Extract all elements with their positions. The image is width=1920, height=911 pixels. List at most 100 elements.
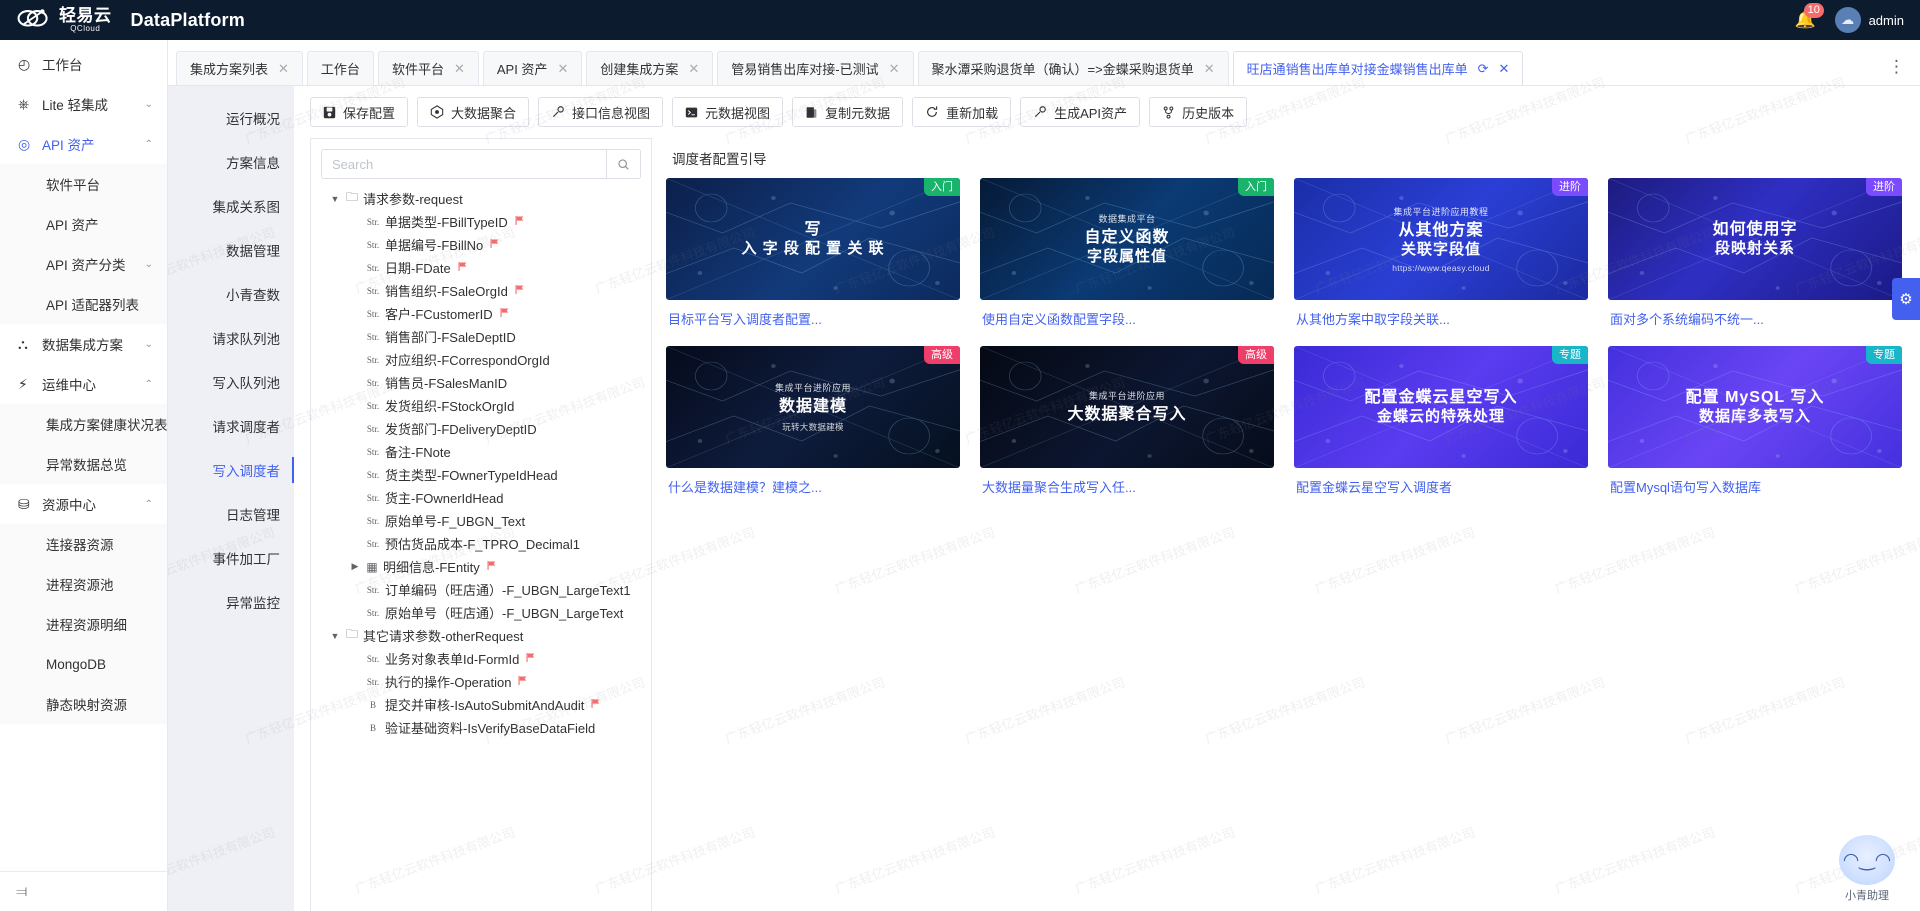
sidebar-item-abnormal-overview[interactable]: 异常数据总览 (0, 444, 167, 484)
guide-card-caption[interactable]: 配置Mysql语句写入数据库 (1608, 468, 1902, 496)
sidebar-item-mongodb[interactable]: MongoDB (0, 644, 167, 684)
metadata-view-button[interactable]: 元数据视图 (672, 97, 783, 127)
settings-rail-button[interactable]: ⚙ (1892, 278, 1920, 320)
save-config-button[interactable]: 保存配置 (310, 97, 408, 127)
close-icon[interactable]: ✕ (889, 62, 900, 75)
tree-node[interactable]: ·Str.单据类型-FBillTypeID (311, 210, 651, 233)
chevron-down-icon[interactable]: ▼ (327, 194, 343, 204)
sidebar-item-ops-center[interactable]: ⚡ 运维中心 ⌃ (0, 364, 167, 404)
submenu-item-run-overview[interactable]: 运行概况 (168, 96, 294, 140)
submenu-item-request-scheduler[interactable]: 请求调度者 (168, 404, 294, 448)
submenu-item-integration-graph[interactable]: 集成关系图 (168, 184, 294, 228)
sidebar-item-integration-plan[interactable]: ⛬ 数据集成方案 ⌄ (0, 324, 167, 364)
guide-card[interactable]: 专题配置 MySQL 写入数据库多表写入配置Mysql语句写入数据库 (1608, 346, 1902, 496)
submenu-item-data-management[interactable]: 数据管理 (168, 228, 294, 272)
tree-node[interactable]: ·Str.备注-FNote (311, 440, 651, 463)
guide-card-caption[interactable]: 目标平台写入调度者配置... (666, 300, 960, 328)
tree-node[interactable]: ·Str.货主-FOwnerIdHead (311, 486, 651, 509)
tree-node[interactable]: ·Str.发货部门-FDeliveryDeptID (311, 417, 651, 440)
sidebar-item-software-platform[interactable]: 软件平台 (0, 164, 167, 204)
tree-node[interactable]: ·Str.发货组织-FStockOrgId (311, 394, 651, 417)
close-icon[interactable]: ✕ (1499, 62, 1510, 75)
guide-card-caption[interactable]: 面对多个系统编码不统一... (1608, 300, 1902, 328)
guide-card[interactable]: 高级集成平台进阶应用数据建模玩转大数据建模什么是数据建模？建模之... (666, 346, 960, 496)
close-icon[interactable]: ✕ (278, 62, 289, 75)
guide-card-caption[interactable]: 什么是数据建模？建模之... (666, 468, 960, 496)
submenu-item-log-management[interactable]: 日志管理 (168, 492, 294, 536)
tree-node[interactable]: ▼🗀其它请求参数-otherRequest (311, 624, 651, 647)
sidebar-collapse-button[interactable]: ⫤ (0, 871, 167, 911)
tree-node[interactable]: ·Str.日期-FDate (311, 256, 651, 279)
tree-node[interactable]: ·Str.销售组织-FSaleOrgId (311, 279, 651, 302)
tab-more-button[interactable]: ⋮ (1888, 57, 1906, 77)
tree-node[interactable]: ·Str.货主类型-FOwnerTypeIdHead (311, 463, 651, 486)
sidebar-item-process-detail[interactable]: 进程资源明细 (0, 604, 167, 644)
search-button[interactable] (606, 150, 640, 178)
sidebar-item-lite[interactable]: ⎈ Lite 轻集成 ⌄ (0, 84, 167, 124)
close-icon[interactable]: ✕ (688, 62, 699, 75)
sidebar-item-health-table[interactable]: 集成方案健康状况表 (0, 404, 167, 444)
bigdata-aggregate-button[interactable]: 大数据聚合 (417, 97, 529, 127)
submenu-item-request-queue-pool[interactable]: 请求队列池 (168, 316, 294, 360)
reload-button[interactable]: 重新加载 (912, 97, 1011, 127)
submenu-item-write-queue-pool[interactable]: 写入队列池 (168, 360, 294, 404)
brand[interactable]: 轻易云 QCloud DataPlatform (16, 5, 245, 35)
tree-node[interactable]: ·Str.订单编码（旺店通）-F_UBGN_LargeText1 (311, 578, 651, 601)
guide-card-caption[interactable]: 配置金蝶云星空写入调度者 (1294, 468, 1588, 496)
tab-software-platform[interactable]: 软件平台 ✕ (378, 51, 479, 85)
tree-node[interactable]: ·Str.原始单号-F_UBGN_Text (311, 509, 651, 532)
guide-card[interactable]: 进阶集成平台进阶应用教程从其他方案关联字段值https://www.qeasy.… (1294, 178, 1588, 328)
sidebar-item-static-mapping[interactable]: 静态映射资源 (0, 684, 167, 724)
tree-node[interactable]: ·B提交并审核-IsAutoSubmitAndAudit (311, 693, 651, 716)
sidebar-item-api-category[interactable]: API 资产分类 ⌄ (0, 244, 167, 284)
guide-card-caption[interactable]: 使用自定义函数配置字段... (980, 300, 1274, 328)
tree-node[interactable]: ·Str.执行的操作-Operation (311, 670, 651, 693)
user-menu[interactable]: ☁ admin (1835, 7, 1904, 33)
tree-node[interactable]: ·Str.单据编号-FBillNo (311, 233, 651, 256)
tree-node[interactable]: ·Str.销售员-FSalesManID (311, 371, 651, 394)
tree-node[interactable]: ·Str.对应组织-FCorrespondOrgId (311, 348, 651, 371)
tree-node[interactable]: ·Str.客户-FCustomerID (311, 302, 651, 325)
assistant-button[interactable]: ◠‿◠ 小青助理 (1830, 835, 1904, 903)
api-info-view-button[interactable]: 接口信息视图 (538, 97, 663, 127)
guide-card-caption[interactable]: 从其他方案中取字段关联... (1294, 300, 1588, 328)
sidebar-item-api-assets[interactable]: ◎ API 资产 ⌃ (0, 124, 167, 164)
submenu-item-write-scheduler[interactable]: 写入调度者 (168, 448, 294, 492)
tab-guanyi-sales-outbound[interactable]: 管易销售出库对接-已测试 ✕ (717, 51, 913, 85)
sidebar-item-api-adapter-list[interactable]: API 适配器列表 (0, 284, 167, 324)
tab-jushuitan-purchase-return[interactable]: 聚水潭采购退货单（确认）=>金蝶采购退货单 ✕ (918, 51, 1229, 85)
tree-node[interactable]: ·B验证基础资料-IsVerifyBaseDataField (311, 716, 651, 739)
tree-node[interactable]: ·Str.原始单号（旺店通）-F_UBGN_LargeText (311, 601, 651, 624)
tab-create-integration-plan[interactable]: 创建集成方案 ✕ (586, 51, 713, 85)
sidebar-item-connector-resource[interactable]: 连接器资源 (0, 524, 167, 564)
guide-card[interactable]: 进阶如何使用字段映射关系面对多个系统编码不统一... (1608, 178, 1902, 328)
sidebar-item-api-asset[interactable]: API 资产 (0, 204, 167, 244)
tree-node[interactable]: ·Str.预估货品成本-F_TPRO_Decimal1 (311, 532, 651, 555)
tab-wangdiantong-sales-outbound[interactable]: 旺店通销售出库单对接金蝶销售出库单 ⟳ ✕ (1233, 51, 1524, 85)
guide-card[interactable]: 专题配置金蝶云星空写入金蝶云的特殊处理配置金蝶云星空写入调度者 (1294, 346, 1588, 496)
copy-metadata-button[interactable]: 复制元数据 (792, 97, 903, 127)
guide-card[interactable]: 入门写入 字 段 配 置 关 联目标平台写入调度者配置... (666, 178, 960, 328)
guide-card[interactable]: 高级集成平台进阶应用大数据聚合写入大数据量聚合生成写入任... (980, 346, 1274, 496)
search-input[interactable] (322, 150, 606, 178)
chevron-down-icon[interactable]: ▼ (327, 631, 343, 641)
tree-node[interactable]: ·Str.业务对象表单Id-FormId (311, 647, 651, 670)
generate-api-asset-button[interactable]: 生成API资产 (1020, 97, 1140, 127)
tab-workbench[interactable]: 工作台 (307, 51, 374, 85)
tree-node[interactable]: ·Str.销售部门-FSaleDeptID (311, 325, 651, 348)
notification-button[interactable]: 🔔 10 (1795, 9, 1817, 31)
history-version-button[interactable]: 历史版本 (1149, 97, 1247, 127)
tree-node[interactable]: ▶▦明细信息-FEntity (311, 555, 651, 578)
tab-api-asset[interactable]: API 资产 ✕ (483, 51, 582, 85)
close-icon[interactable]: ✕ (454, 62, 465, 75)
guide-card[interactable]: 入门数据集成平台自定义函数字段属性值使用自定义函数配置字段... (980, 178, 1274, 328)
refresh-icon[interactable]: ⟳ (1478, 62, 1489, 75)
guide-card-caption[interactable]: 大数据量聚合生成写入任... (980, 468, 1274, 496)
sidebar-item-resource-center[interactable]: ⛁ 资源中心 ⌃ (0, 484, 167, 524)
tree-node[interactable]: ▼🗀请求参数-request (311, 187, 651, 210)
close-icon[interactable]: ✕ (557, 62, 568, 75)
submenu-item-xiaoqing-query[interactable]: 小青查数 (168, 272, 294, 316)
tab-integration-plan-list[interactable]: 集成方案列表 ✕ (176, 51, 303, 85)
submenu-item-event-factory[interactable]: 事件加工厂 (168, 536, 294, 580)
sidebar-item-workbench[interactable]: ◴ 工作台 (0, 44, 167, 84)
